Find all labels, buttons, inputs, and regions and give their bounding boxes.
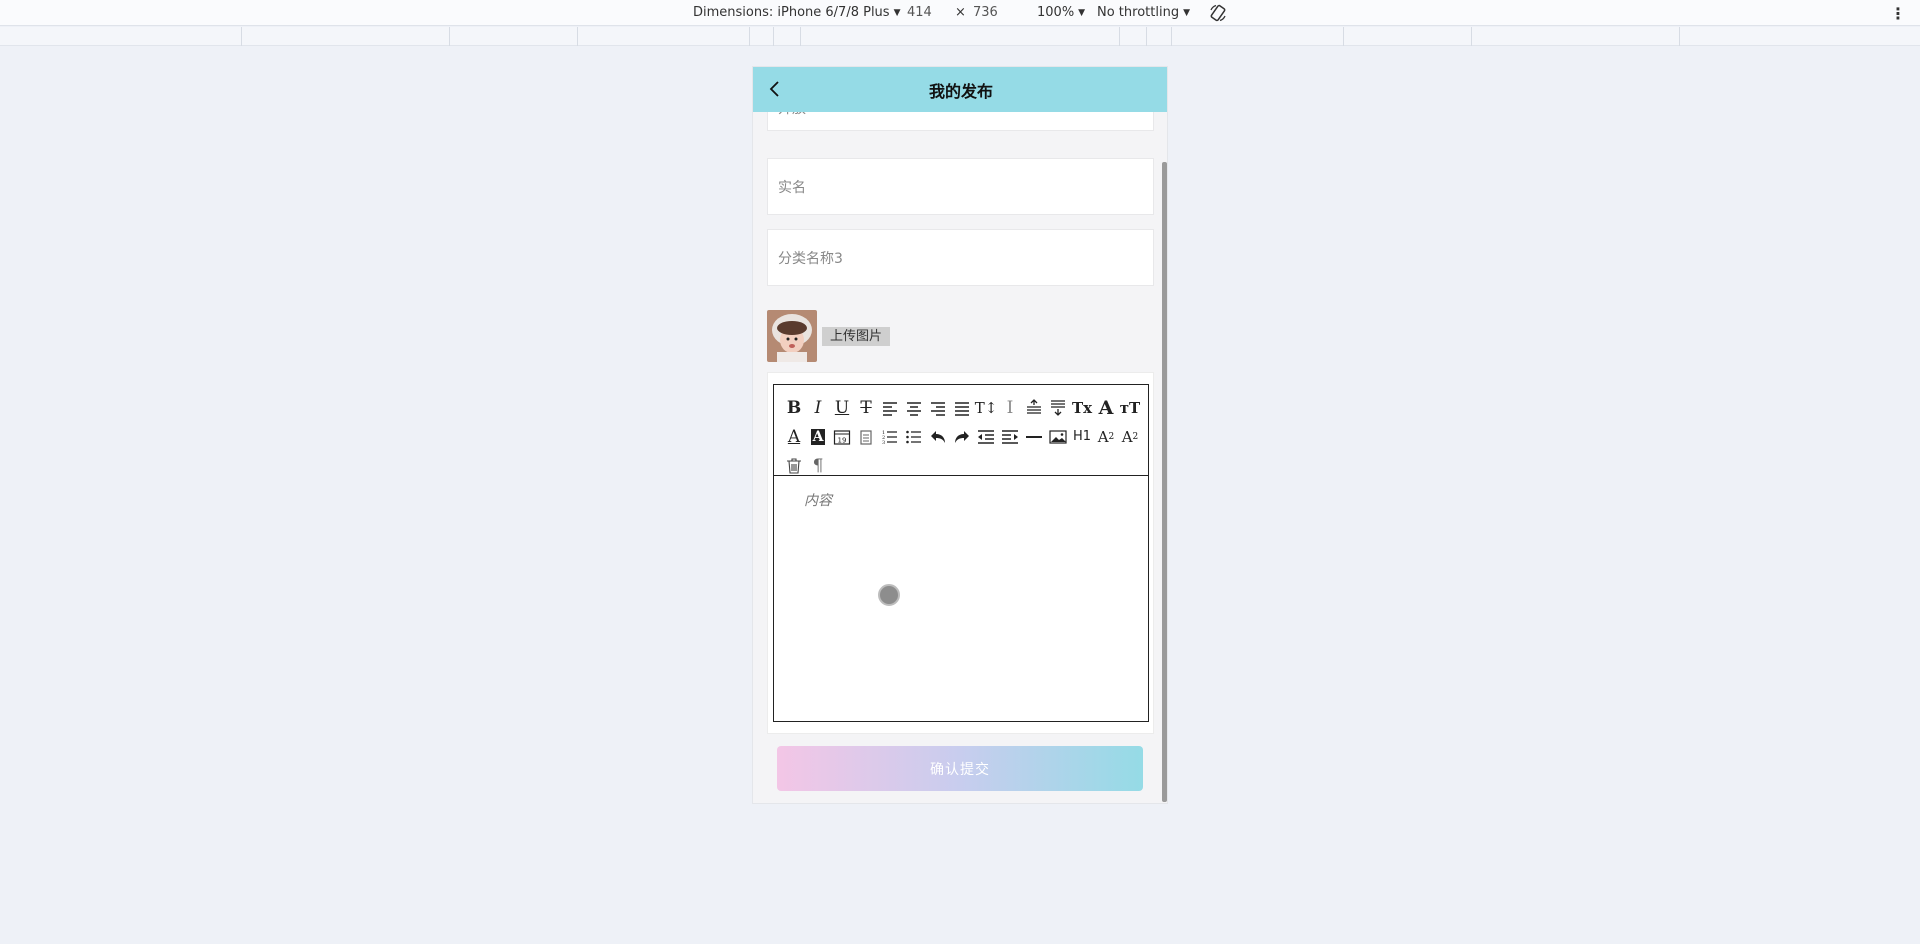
media-query-ruler [0, 27, 1920, 46]
chevron-down-icon: ▼ [1078, 7, 1086, 18]
redo-icon[interactable] [950, 422, 974, 451]
dimensions-label: Dimensions: iPhone 6/7/8 Plus [693, 5, 890, 20]
superscript-icon[interactable]: A2 [1118, 422, 1142, 451]
zoom-label: 100% [1037, 5, 1075, 20]
ordered-list-icon[interactable]: 123 [878, 422, 902, 451]
underline-icon[interactable]: U [830, 393, 854, 422]
bold-icon[interactable]: B [782, 393, 806, 422]
paste-icon[interactable] [854, 422, 878, 451]
uploaded-image-thumbnail[interactable] [767, 310, 817, 362]
height-input[interactable]: 736 [973, 5, 998, 20]
chevron-down-icon: ▼ [1183, 7, 1190, 18]
indent-icon[interactable] [998, 422, 1022, 451]
more-options-icon[interactable]: ⋮ [1890, 4, 1906, 23]
outdent-icon[interactable] [974, 422, 998, 451]
device-viewport: 我的发布 开放 实名 分类名称3 上传图片 B I U T [752, 66, 1168, 804]
subscript-icon[interactable]: A2 [1094, 422, 1118, 451]
line-height-icon[interactable]: I [998, 393, 1022, 422]
paragraph-spacing-icon[interactable] [1046, 393, 1070, 422]
device-dimensions-select[interactable]: Dimensions: iPhone 6/7/8 Plus ▼ [693, 5, 901, 20]
align-right-icon[interactable] [926, 393, 950, 422]
devtools-toolbar: Dimensions: iPhone 6/7/8 Plus ▼ 414 × 73… [0, 0, 1920, 26]
realname-field-text: 实名 [778, 179, 806, 196]
font-size-icon[interactable]: T↕ [974, 393, 998, 422]
editor-content[interactable]: 内容 [774, 476, 1148, 510]
letter-spacing-icon[interactable] [1022, 393, 1046, 422]
scrollbar[interactable] [1162, 162, 1167, 802]
width-value: 414 [907, 5, 932, 20]
width-input[interactable]: 414 [907, 5, 932, 20]
zoom-select[interactable]: 100% ▼ [1037, 5, 1085, 20]
category-field-text: 分类名称3 [778, 250, 843, 267]
font-family-icon[interactable]: A [1094, 393, 1118, 422]
horizontal-rule-icon[interactable] [1022, 422, 1046, 451]
heading-icon[interactable]: H1 [1070, 422, 1094, 451]
rotate-icon[interactable] [1208, 3, 1228, 23]
image-icon[interactable] [1046, 422, 1070, 451]
image-upload: 上传图片 [767, 310, 891, 362]
svg-text:3: 3 [882, 440, 885, 446]
align-justify-icon[interactable] [950, 393, 974, 422]
back-arrow-icon[interactable] [765, 79, 785, 99]
date-icon[interactable]: 19 [830, 422, 854, 451]
throttling-select[interactable]: No throttling ▼ [1097, 5, 1190, 20]
paragraph-icon[interactable]: ¶ [806, 451, 830, 480]
submit-button[interactable]: 确认提交 [777, 746, 1143, 791]
height-value: 736 [973, 5, 998, 20]
font-color-icon[interactable]: A [782, 422, 806, 451]
align-center-icon[interactable] [902, 393, 926, 422]
upload-image-button[interactable]: 上传图片 [822, 326, 891, 346]
align-left-icon[interactable] [878, 393, 902, 422]
times-label: × [955, 5, 966, 20]
navbar: 我的发布 [753, 67, 1167, 112]
text-transform-icon[interactable]: тT [1118, 393, 1142, 422]
unordered-list-icon[interactable] [902, 422, 926, 451]
category-field[interactable]: 分类名称3 [767, 229, 1154, 286]
chevron-down-icon: ▼ [893, 7, 901, 18]
background-color-icon[interactable]: A [806, 422, 830, 451]
editor-toolbar: B I U T T↕ I Tx A тT A A 19 123 H1 A 2 A… [774, 385, 1148, 476]
svg-text:19: 19 [838, 436, 847, 444]
throttling-label: No throttling [1097, 5, 1180, 20]
strikethrough-icon[interactable]: T [854, 393, 878, 422]
italic-icon[interactable]: I [806, 393, 830, 422]
delete-icon[interactable] [782, 451, 806, 480]
clear-format-icon[interactable]: Tx [1070, 393, 1094, 422]
rich-text-editor-container: B I U T T↕ I Tx A тT A A 19 123 H1 A 2 A… [767, 372, 1154, 734]
page-title: 我的发布 [928, 81, 993, 101]
times-sign: × [955, 5, 966, 20]
rich-text-editor: B I U T T↕ I Tx A тT A A 19 123 H1 A 2 A… [773, 384, 1149, 722]
undo-icon[interactable] [926, 422, 950, 451]
touch-cursor [878, 584, 900, 606]
realname-field[interactable]: 实名 [767, 158, 1154, 215]
